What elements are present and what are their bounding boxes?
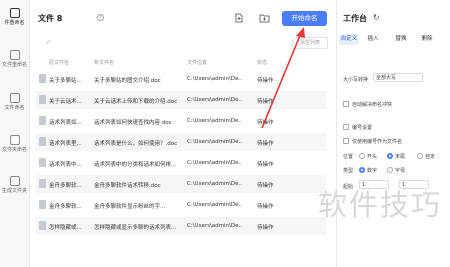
position-end-radio[interactable] <box>387 153 393 159</box>
sidebar-item-label: 文件夹命名 <box>1 147 27 153</box>
auto-dedupe-label: 自动解决命名冲突 <box>352 102 393 108</box>
position-custom-radio[interactable] <box>417 153 423 159</box>
folder-add-icon <box>9 176 20 186</box>
file-rename-icon <box>9 8 20 18</box>
sidebar-item-label: 文件重命名 <box>1 62 27 68</box>
type-letter-radio[interactable] <box>387 167 393 173</box>
sidebar-item-create-folder[interactable]: 生成文件夹 <box>0 176 29 194</box>
refresh-icon[interactable]: ↻ <box>373 13 380 22</box>
tab-delete[interactable]: 删除 <box>419 34 435 45</box>
panel-title: 工作台 <box>343 14 367 23</box>
file-icon <box>9 93 20 103</box>
sidebar-item-folder-naming[interactable]: 文件夹命名 <box>0 135 29 153</box>
sidebar-item-label: 件重命名 <box>4 20 25 26</box>
folder-icon <box>9 135 20 145</box>
case-convert-select[interactable]: 全部大写 <box>373 73 423 82</box>
sidebar-item-file-rename[interactable]: 文件重命名 <box>0 50 29 68</box>
tab-custom[interactable]: 自定义 <box>339 34 359 45</box>
case-convert-label: 大小写转换 <box>343 77 369 83</box>
numbering-checkbox[interactable] <box>343 124 349 130</box>
position-start-radio[interactable] <box>359 153 365 159</box>
document-icon <box>9 50 20 60</box>
tab-insert[interactable]: 插入 <box>365 34 381 45</box>
numbering-label: 编号设置 <box>352 125 373 131</box>
sidebar-item-file-naming[interactable]: 文件命名 <box>0 93 29 111</box>
type-number-radio[interactable] <box>359 167 365 173</box>
tab-replace[interactable]: 替换 <box>393 34 409 45</box>
sidebar-item-rename-file[interactable]: 件重命名 <box>0 8 29 26</box>
position-end-label: 末尾 <box>395 154 406 160</box>
type-number-label: 数字 <box>367 168 378 174</box>
position-custom-label: 自定 <box>425 154 436 160</box>
position-start-label: 开头 <box>367 154 378 160</box>
position-label: 位置 <box>343 154 354 160</box>
type-label: 类型 <box>343 168 354 174</box>
annotation-arrow <box>261 27 305 129</box>
sidebar: 件重命名 文件重命名 文件命名 文件夹命名 生成文件夹 <box>0 0 30 267</box>
workbench-panel: 工作台 ↻ 自定义 插入 替换 删除 大小写转换 全部大写 自动解决命名冲突 编… <box>336 0 450 267</box>
sidebar-item-label: 文件命名 <box>4 105 25 111</box>
watermark: 软件技巧 <box>318 188 443 222</box>
only-numbering-label: 仅使用编号作为文件名 <box>352 139 403 145</box>
auto-dedupe-checkbox[interactable] <box>343 101 349 107</box>
file-list-panel: 文件 8 ? 开始命名 ↶ 清空列表 原文件名 新文件名 文件位置 状态 关于多… <box>30 0 335 267</box>
sidebar-item-label: 生成文件夹 <box>1 188 27 194</box>
type-letter-label: 字母 <box>395 168 406 174</box>
only-numbering-checkbox[interactable] <box>343 138 349 144</box>
